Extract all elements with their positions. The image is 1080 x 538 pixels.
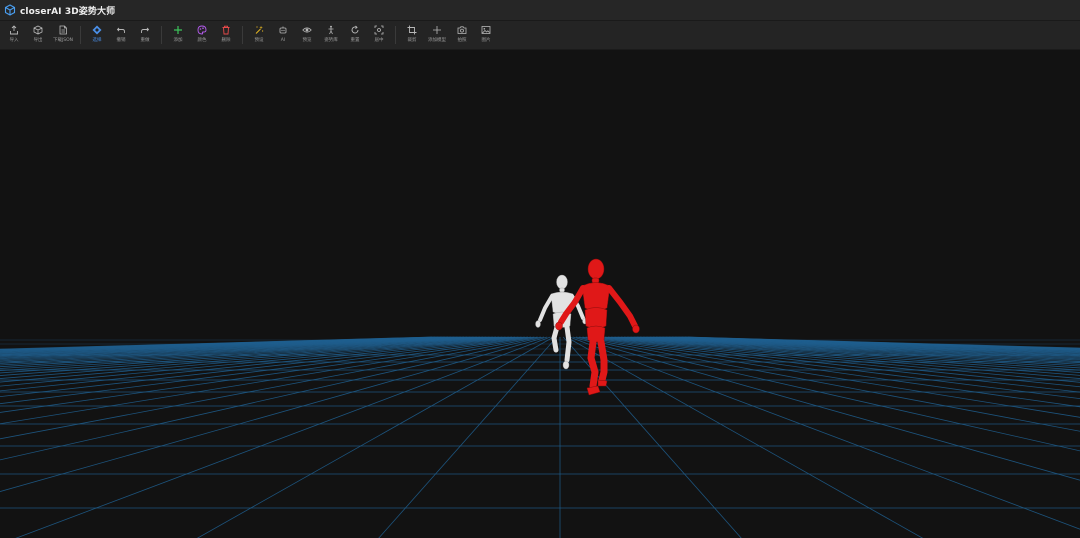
title-bar: closerAI 3D姿势大师 [0,0,1080,21]
pose-label: 姿势库 [324,38,338,43]
figure-icon [326,25,336,35]
preview-button[interactable]: 预览 [295,21,319,50]
eye-icon [302,25,312,35]
screenshot-button[interactable]: 拍照 [450,21,474,50]
cube-icon [33,25,43,35]
image-icon [481,25,491,35]
crop-label: 裁剪 [407,38,417,43]
plus-icon [173,25,183,35]
crop-button[interactable]: 裁剪 [400,21,424,50]
reset-icon [350,25,360,35]
add-label: 添加 [173,38,183,43]
select-diamond-icon [92,25,102,35]
redo-label: 重做 [140,38,150,43]
3d-viewport[interactable] [0,50,1080,538]
export-button[interactable]: 导出 [26,21,50,50]
toolbar: 导入 导出 下载JSON 选择 撤销 重做 添加 颜色 删除 预设 AI 预览 姿势库 重置 居中 裁剪 添加模… [0,21,1080,50]
image-button[interactable]: 图片 [474,21,498,50]
cube-logo-icon [4,4,16,16]
import-button[interactable]: 导入 [2,21,26,50]
toolbar-separator [395,26,396,44]
delete-button[interactable]: 删除 [214,21,238,50]
plus-thin-icon [432,25,442,35]
magic-wand-icon [254,25,264,35]
reset-label: 重置 [350,38,360,43]
scene-canvas[interactable] [0,50,1080,538]
reset-button[interactable]: 重置 [343,21,367,50]
select-label: 选择 [92,38,102,43]
palette-icon [197,25,207,35]
pose-button[interactable]: 姿势库 [319,21,343,50]
ai-label: AI [280,38,286,43]
export-label: 导出 [33,38,43,43]
app-title: closerAI 3D姿势大师 [20,6,116,17]
camera-icon [457,25,467,35]
upload-icon [9,25,19,35]
redo-icon [140,25,150,35]
undo-label: 撤销 [116,38,126,43]
import-label: 导入 [9,38,19,43]
focus-label: 居中 [374,38,384,43]
download-label: 下载JSON [52,38,74,43]
delete-label: 删除 [221,38,231,43]
add-button[interactable]: 添加 [166,21,190,50]
color-label: 颜色 [197,38,207,43]
magic-label: 预设 [254,38,264,43]
undo-button[interactable]: 撤销 [109,21,133,50]
toolbar-separator [161,26,162,44]
redo-button[interactable]: 重做 [133,21,157,50]
ai-button[interactable]: AI [271,21,295,50]
color-button[interactable]: 颜色 [190,21,214,50]
select-button[interactable]: 选择 [85,21,109,50]
focus-icon [374,25,384,35]
image-label: 图片 [481,38,491,43]
crop-icon [407,25,417,35]
screenshot-label: 拍照 [457,38,467,43]
add-model-label: 添加模型 [428,38,446,43]
preview-label: 预览 [302,38,312,43]
undo-icon [116,25,126,35]
robot-icon [278,25,288,35]
toolbar-separator [242,26,243,44]
toolbar-separator [80,26,81,44]
trash-icon [221,25,231,35]
download-button[interactable]: 下载JSON [50,21,76,50]
magic-button[interactable]: 预设 [247,21,271,50]
floor-grid [0,336,1080,538]
add-model-button[interactable]: 添加模型 [424,21,450,50]
file-icon [58,25,68,35]
focus-button[interactable]: 居中 [367,21,391,50]
